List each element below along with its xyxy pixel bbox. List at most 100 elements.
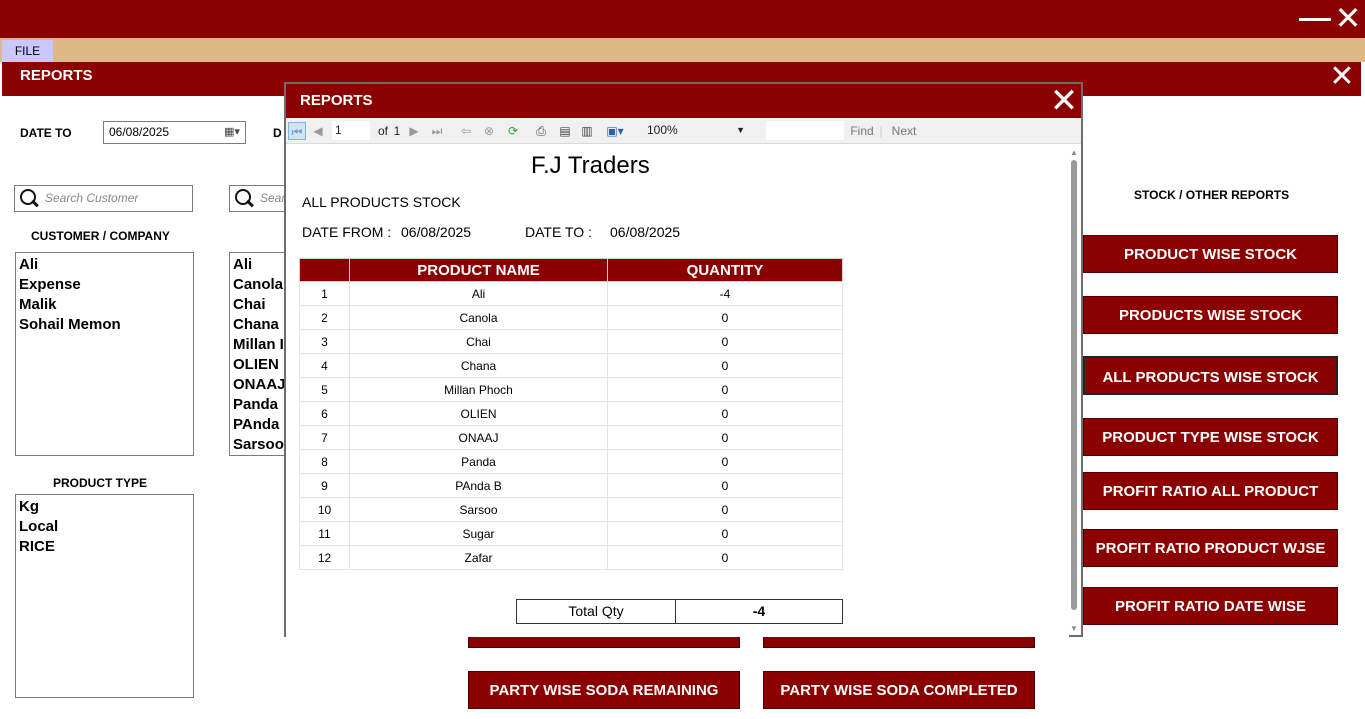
date-from-value: 06/08/2025: [401, 224, 472, 240]
list-item[interactable]: OLIEN: [233, 355, 285, 375]
back-icon[interactable]: ⇦: [458, 122, 474, 140]
list-item[interactable]: Malik: [19, 295, 190, 315]
row-quantity: 0: [607, 329, 843, 354]
of-label: of: [377, 124, 388, 138]
row-serial: 12: [299, 545, 350, 570]
list-item[interactable]: Ali: [233, 255, 285, 275]
search-icon: [20, 189, 38, 207]
total-qty-value: -4: [675, 599, 843, 624]
row-quantity: 0: [607, 497, 843, 522]
column-header-product-name: PRODUCT NAME: [349, 258, 608, 282]
dialog-title: REPORTS: [286, 84, 1081, 118]
last-page-icon[interactable]: ⏭: [428, 122, 446, 140]
scroll-down-icon[interactable]: ▼: [1069, 624, 1079, 633]
list-item[interactable]: Chai: [233, 295, 285, 315]
reports-close-icon[interactable]: ✕: [1327, 62, 1357, 92]
column-header-serial: [299, 258, 350, 282]
list-item[interactable]: ONAAJ: [233, 375, 286, 395]
scroll-up-icon[interactable]: ▲: [1069, 148, 1079, 157]
first-page-icon[interactable]: ⏮: [288, 122, 306, 140]
scrollbar-thumb[interactable]: [1071, 160, 1077, 610]
zoom-value: 100%: [647, 123, 678, 137]
row-serial: 4: [299, 353, 350, 378]
report-scrollbar[interactable]: ▲ ▼: [1069, 148, 1079, 633]
date-to-value: 06/08/2025: [109, 125, 170, 139]
print-layout-icon[interactable]: ▤: [556, 122, 574, 140]
report-page: F.J Traders ALL PRODUCTS STOCK DATE FROM…: [286, 146, 1069, 637]
row-product-name: Chai: [349, 329, 608, 354]
close-window-icon[interactable]: ✕: [1333, 2, 1363, 34]
row-serial: 11: [299, 521, 350, 546]
row-serial: 6: [299, 401, 350, 426]
row-product-name: Millan Phoch: [349, 377, 608, 402]
find-link[interactable]: Find: [848, 122, 876, 140]
list-item[interactable]: Kg: [19, 497, 190, 517]
table-row: 8 Panda 0: [299, 449, 843, 474]
zoom-select[interactable]: 100% ▼: [641, 121, 753, 140]
table-row: 12 Zafar 0: [299, 545, 843, 570]
row-serial: 3: [299, 329, 350, 354]
customer-search-input[interactable]: Search Customer: [14, 185, 193, 212]
file-menu[interactable]: FILE: [2, 40, 53, 62]
profit-ratio-all-product-button[interactable]: PROFIT RATIO ALL PRODUCT: [1083, 472, 1338, 510]
all-products-wise-stock-button[interactable]: ALL PRODUCTS WISE STOCK: [1083, 356, 1338, 395]
profit-ratio-product-wise-button[interactable]: PROFIT RATIO PRODUCT WJSE: [1083, 529, 1338, 567]
row-product-name: Ali: [349, 281, 608, 306]
product-list[interactable]: Ali Canola Chai Chana Millan I OLIEN ONA…: [229, 252, 289, 456]
date-to-picker[interactable]: 06/08/2025 ▦▾: [103, 121, 246, 144]
export-icon[interactable]: ▣▾: [602, 122, 628, 140]
date-to-label: DATE TO :: [525, 224, 592, 240]
row-quantity: -4: [607, 281, 843, 306]
page-setup-icon[interactable]: ▥: [578, 122, 596, 140]
date-from-label: DATE FROM :: [302, 224, 392, 240]
list-item[interactable]: Expense: [19, 275, 190, 295]
list-item[interactable]: Sarsoo: [233, 435, 285, 455]
dialog-close-icon[interactable]: ✕: [1049, 84, 1079, 118]
row-product-name: Canola: [349, 305, 608, 330]
report-title: ALL PRODUCTS STOCK: [302, 194, 461, 210]
title-bar: [0, 0, 1365, 38]
print-icon[interactable]: ⎙: [532, 122, 550, 140]
refresh-icon[interactable]: ⟳: [504, 122, 522, 140]
profit-ratio-date-wise-button[interactable]: PROFIT RATIO DATE WISE: [1083, 587, 1338, 625]
product-search-input[interactable]: Sear: [229, 185, 289, 212]
row-serial: 8: [299, 449, 350, 474]
product-wise-stock-button[interactable]: PRODUCT WISE STOCK: [1083, 235, 1338, 273]
list-item[interactable]: Local: [19, 517, 190, 537]
company-name: F.J Traders: [531, 152, 650, 179]
product-type-wise-stock-button[interactable]: PRODUCT TYPE WISE STOCK: [1083, 418, 1338, 456]
table-row: 5 Millan Phoch 0: [299, 377, 843, 402]
party-wise-soda-completed-button[interactable]: PARTY WISE SODA COMPLETED: [763, 671, 1035, 709]
list-item[interactable]: Panda: [233, 395, 285, 415]
table-row: 2 Canola 0: [299, 305, 843, 330]
list-item[interactable]: Sohail Memon: [19, 315, 190, 335]
row-serial: 10: [299, 497, 350, 522]
customer-list[interactable]: Ali Expense Malik Sohail Memon: [15, 252, 194, 456]
list-item[interactable]: Chana: [233, 315, 285, 335]
list-item[interactable]: Canola: [233, 275, 285, 295]
table-row: 1 Ali -4: [299, 281, 843, 306]
minimize-icon[interactable]: [1299, 8, 1333, 28]
list-item[interactable]: PAnda: [233, 415, 285, 435]
search-icon: [235, 189, 253, 207]
row-product-name: Panda: [349, 449, 608, 474]
date-to-label: DATE TO: [20, 126, 72, 140]
table-row: 3 Chai 0: [299, 329, 843, 354]
party-wise-soda-remaining-button[interactable]: PARTY WISE SODA REMAINING: [468, 671, 740, 709]
previous-page-icon[interactable]: ◀: [310, 122, 326, 140]
calendar-dropdown-icon[interactable]: ▦▾: [224, 125, 242, 140]
next-link[interactable]: Next: [890, 122, 918, 140]
find-input[interactable]: [766, 121, 844, 140]
product-type-list[interactable]: Kg Local RICE: [15, 494, 194, 698]
row-quantity: 0: [607, 473, 843, 498]
table-row: 4 Chana 0: [299, 353, 843, 378]
products-wise-stock-button[interactable]: PRODUCTS WISE STOCK: [1083, 296, 1338, 334]
list-item[interactable]: RICE: [19, 537, 190, 557]
list-item[interactable]: Ali: [19, 255, 190, 275]
row-product-name: Zafar: [349, 545, 608, 570]
page-number-input[interactable]: 1: [332, 121, 370, 140]
stop-icon[interactable]: ⊗: [480, 122, 498, 140]
next-page-icon[interactable]: ▶: [406, 122, 422, 140]
list-item[interactable]: Millan I: [233, 335, 285, 355]
chevron-down-icon: ▼: [736, 125, 745, 135]
